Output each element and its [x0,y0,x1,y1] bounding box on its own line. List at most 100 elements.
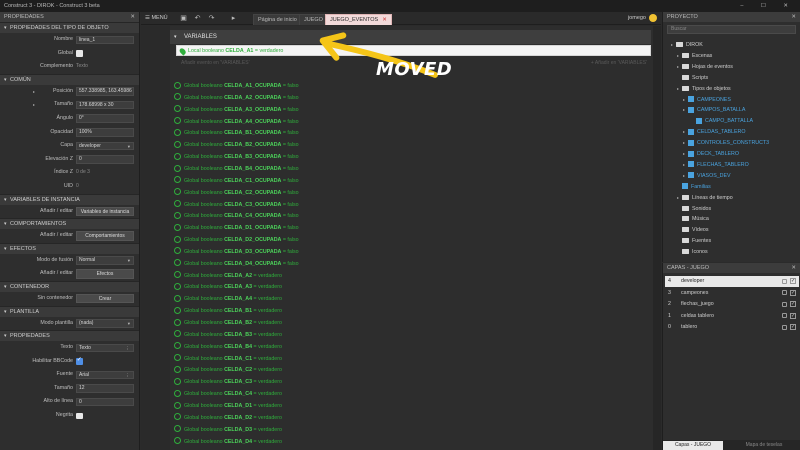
section-effects[interactable]: ▾ EFECTOS [0,242,139,254]
text-input[interactable]: Texto ⋮ [76,343,134,353]
section-container[interactable]: ▾ CONTENEDOR [0,280,139,292]
project-tree-item[interactable]: Música [677,214,709,225]
global-variable-row[interactable]: Global booleano CELDA_D1_OCUPADA = falso [174,223,299,234]
visibility-checkbox[interactable]: ✓ [790,289,796,296]
project-tree-item[interactable]: CAMPO_BATTALLA [691,116,753,127]
tab-juego-eventos[interactable]: JUEGO_EVENTOS ✕ [325,14,392,25]
global-variable-row[interactable]: Global booleano CELDA_A3_OCUPADA = falso [174,105,299,116]
tab-juego[interactable]: JUEGO [299,14,328,25]
font-size-input[interactable]: 12 [76,384,134,393]
project-tree-item[interactable]: ▸ CELDAS_TABLERO [683,127,745,138]
layer-row[interactable]: 3 campeones ✓ [665,288,799,299]
global-variable-row[interactable]: Global booleano CELDA_C4 = verdadero [174,389,282,400]
section-common[interactable]: ▾ COMÚN [0,73,139,85]
project-tree-item[interactable]: ▸ Hojas de eventos [677,62,733,73]
project-tree-item[interactable]: ▸ Escenas [677,51,712,62]
global-variable-row[interactable]: Global booleano CELDA_D3_OCUPADA = falso [174,247,299,258]
global-variable-row[interactable]: Global booleano CELDA_A2 = verdadero [174,271,282,282]
template-select[interactable]: (nada) ▾ [76,319,134,328]
lock-icon[interactable] [782,313,787,318]
global-variable-row[interactable]: Global booleano CELDA_B4 = verdadero [174,342,282,353]
layer-row[interactable]: 0 tablero ✓ [665,322,799,333]
global-variable-row[interactable]: Global booleano CELDA_B2 = verdadero [174,318,282,329]
lock-icon[interactable] [782,278,787,284]
close-icon[interactable]: ✕ [130,12,135,22]
save-icon[interactable]: ▣ [179,14,188,23]
section-instance-vars[interactable]: ▾ VARIABLES DE INSTANCIA [0,193,139,205]
project-tree-item[interactable]: Sonidos [677,204,711,215]
global-variable-row[interactable]: Global booleano CELDA_C2 = verdadero [174,365,282,376]
section-behaviors[interactable]: ▾ COMPORTAMIENTOS [0,218,139,230]
bold-checkbox[interactable] [76,412,83,420]
angle-input[interactable]: 0° [76,114,134,123]
layer-row[interactable]: 1 celdas tablero ✓ [665,311,799,322]
line-height-input[interactable]: 0 [76,397,134,407]
elevation-input[interactable]: 0 [76,155,134,164]
project-tree-item[interactable]: ▸ Tipos de objetos [677,84,731,95]
position-input[interactable]: 557.338985, 163.45986 [76,87,134,96]
project-tree-item[interactable]: Iconos [677,247,708,258]
name-input[interactable]: linea_1 [76,35,134,44]
section-properties[interactable]: ▾ PROPIEDADES [0,330,139,342]
sheet-scrollbar[interactable] [653,26,661,450]
tab-layers[interactable]: Capas - JUEGO [663,441,723,450]
section-template[interactable]: ▾ PLANTILLA [0,305,139,317]
project-tree-item[interactable]: ▸ DIROK [671,40,703,51]
event-sheet[interactable]: ▾ VARIABLES Local booleano CELDA_A1 = ver… [141,26,661,450]
global-variable-row[interactable]: Global booleano CELDA_A4 = verdadero [174,294,282,305]
project-tree-item[interactable]: Familias [677,182,711,193]
global-variable-row[interactable]: Global booleano CELDA_C2_OCUPADA = falso [174,188,299,199]
layer-row[interactable]: 4 developer ✓ [665,276,799,287]
global-variable-row[interactable]: Global booleano CELDA_D3 = verdadero [174,425,282,436]
tab-tilemap[interactable]: Mapa de teselas [729,441,799,450]
project-search-input[interactable]: Buscar [667,25,796,34]
close-icon[interactable]: ✕ [791,263,796,273]
lock-icon[interactable] [782,301,787,307]
size-input[interactable]: 178.68998 x 30 [76,100,134,110]
project-tree-item[interactable]: ▸ CAMPOS_BATALLA [683,105,745,116]
project-tree-item[interactable]: Fuentes [677,236,711,247]
play-icon[interactable]: ▸ [229,14,238,23]
global-checkbox[interactable] [76,50,83,57]
tab-start-page[interactable]: Página de inicio [253,14,302,25]
global-variable-row[interactable]: Global booleano CELDA_A1_OCUPADA = falso [174,81,299,92]
bbcode-checkbox[interactable] [76,357,83,365]
project-tree-item[interactable]: Vídeos [677,225,709,236]
visibility-checkbox[interactable]: ✓ [790,324,796,330]
user-account[interactable]: jomego [628,12,657,25]
behaviors-button[interactable]: Comportamientos [76,231,134,241]
global-variable-row[interactable]: Global booleano CELDA_B3 = verdadero [174,330,282,341]
project-tree-item[interactable]: ▸ DECK_TABLERO [683,149,739,160]
global-variable-row[interactable]: Global booleano CELDA_C3_OCUPADA = falso [174,200,299,211]
global-variable-row[interactable]: Global booleano CELDA_C1_OCUPADA = falso [174,176,299,187]
undo-icon[interactable]: ↶ [193,14,202,23]
instance-vars-button[interactable]: Variables de instancia [76,206,134,217]
global-variable-row[interactable]: Global booleano CELDA_C4_OCUPADA = falso [174,211,299,222]
visibility-checkbox[interactable]: ✓ [790,312,796,319]
visibility-checkbox[interactable]: ✓ [790,301,796,307]
global-variable-row[interactable]: Global booleano CELDA_C3 = verdadero [174,377,282,388]
project-tree-item[interactable]: ▸ Líneas de tiempo [677,193,733,204]
create-container-button[interactable]: Crear [76,293,134,304]
lock-icon[interactable] [782,324,787,330]
project-tree-item[interactable]: ▸ CAMPEONES [683,95,731,106]
global-variable-row[interactable]: Global booleano CELDA_B4_OCUPADA = falso [174,164,299,175]
layer-select[interactable]: developer ▾ [76,141,134,151]
window-controls[interactable]: – ☐ ✕ [740,0,796,12]
global-variable-row[interactable]: Global booleano CELDA_B2_OCUPADA = falso [174,140,299,151]
project-tree-item[interactable]: ▸ FLECHAS_TABLERO [683,160,749,171]
section-object-type[interactable]: ▾ PROPIEDADES DEL TIPO DE OBJETO [0,22,139,33]
effects-button[interactable]: Efectos [76,269,134,279]
global-variable-row[interactable]: Global booleano CELDA_C1 = verdadero [174,354,282,365]
blend-select[interactable]: Normal ▾ [76,256,134,265]
layer-row[interactable]: 2 flechas_juego ✓ [665,299,799,310]
global-variable-row[interactable]: Global booleano CELDA_B3_OCUPADA = falso [174,152,299,163]
global-variable-row[interactable]: Global booleano CELDA_A2_OCUPADA = falso [174,93,299,104]
redo-icon[interactable]: ↷ [207,14,216,23]
global-variable-row[interactable]: Global booleano CELDA_D1 = verdadero [174,401,282,412]
font-input[interactable]: Arial ⋮ [76,370,134,380]
project-tree-item[interactable]: ▸ VIASOS_DEV [683,171,731,182]
global-variable-row[interactable]: Global booleano CELDA_D2_OCUPADA = falso [174,235,299,246]
global-variable-row[interactable]: Global booleano CELDA_A4_OCUPADA = falso [174,117,299,128]
visibility-checkbox[interactable]: ✓ [790,278,796,284]
